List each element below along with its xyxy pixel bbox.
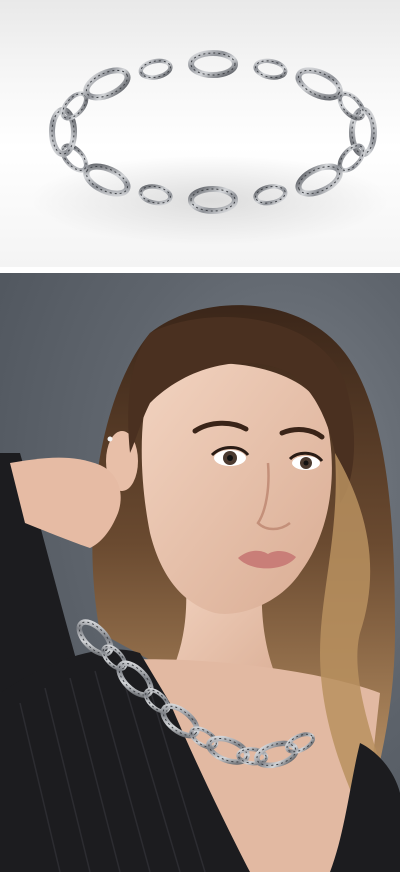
- chain-link: [337, 91, 366, 121]
- chain-link: [295, 67, 343, 101]
- model-portrait: [0, 305, 400, 872]
- chain-link: [253, 58, 288, 80]
- chain-link: [187, 49, 239, 79]
- chain-link: [138, 58, 173, 80]
- chain-link: [83, 67, 131, 101]
- product-photo: [0, 0, 400, 267]
- earring-stud: [107, 436, 113, 442]
- chain-links: [48, 49, 378, 215]
- chain-necklace-image: [30, 49, 390, 245]
- model-photo: [0, 273, 400, 872]
